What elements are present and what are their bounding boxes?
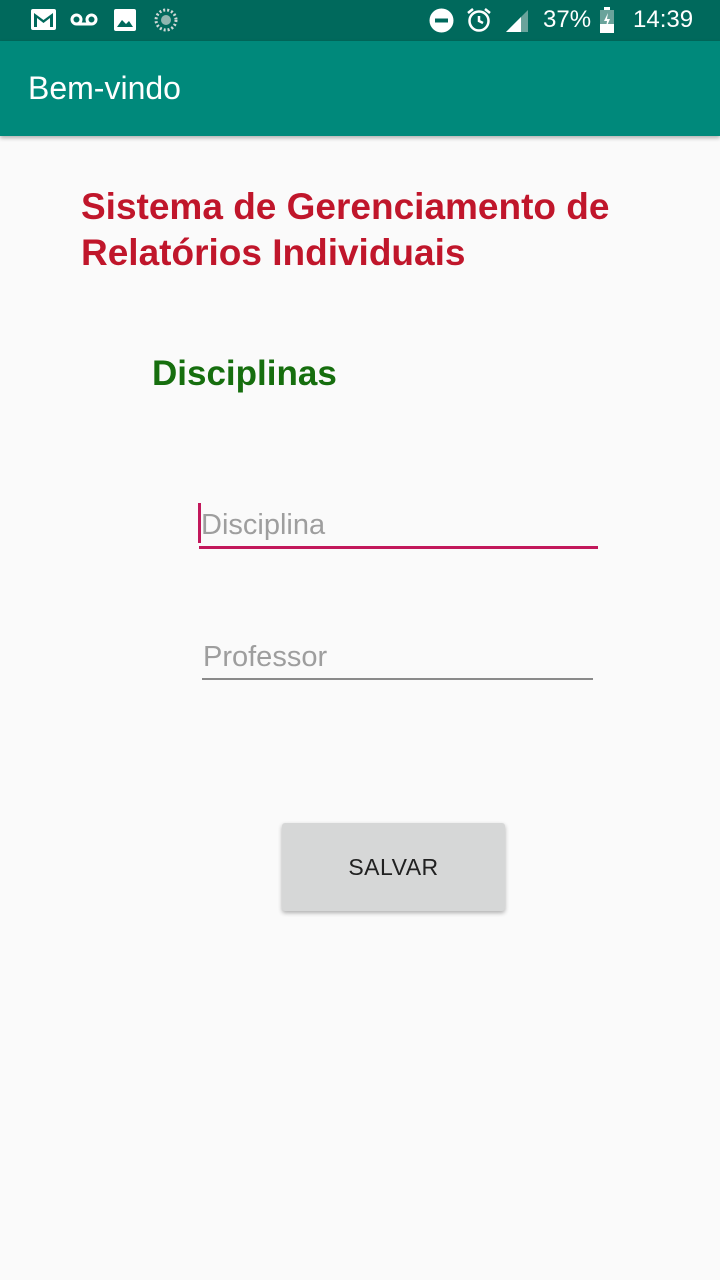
professor-field-underline [202,678,593,680]
voicemail-icon [70,13,98,26]
sync-icon [154,8,178,32]
battery-icon [600,7,614,33]
discipline-field[interactable] [201,505,596,545]
section-title: Disciplinas [152,354,337,393]
professor-field[interactable] [203,637,593,677]
discipline-field-underline [199,546,598,549]
app-bar: Bem-vindo [0,41,720,136]
page-title: Sistema de Gerenciamento de Relatórios I… [81,186,610,273]
save-button[interactable]: SALVAR [282,823,505,911]
do-not-disturb-icon [429,8,454,33]
gmail-icon [31,9,56,30]
battery-percent: 37% [543,6,592,33]
app-bar-title: Bem-vindo [28,70,181,106]
clock: 14:39 [633,6,694,33]
status-bar: 37% 14:39 [0,0,720,41]
alarm-icon [467,8,491,32]
image-icon [114,9,136,31]
signal-icon [506,10,528,32]
